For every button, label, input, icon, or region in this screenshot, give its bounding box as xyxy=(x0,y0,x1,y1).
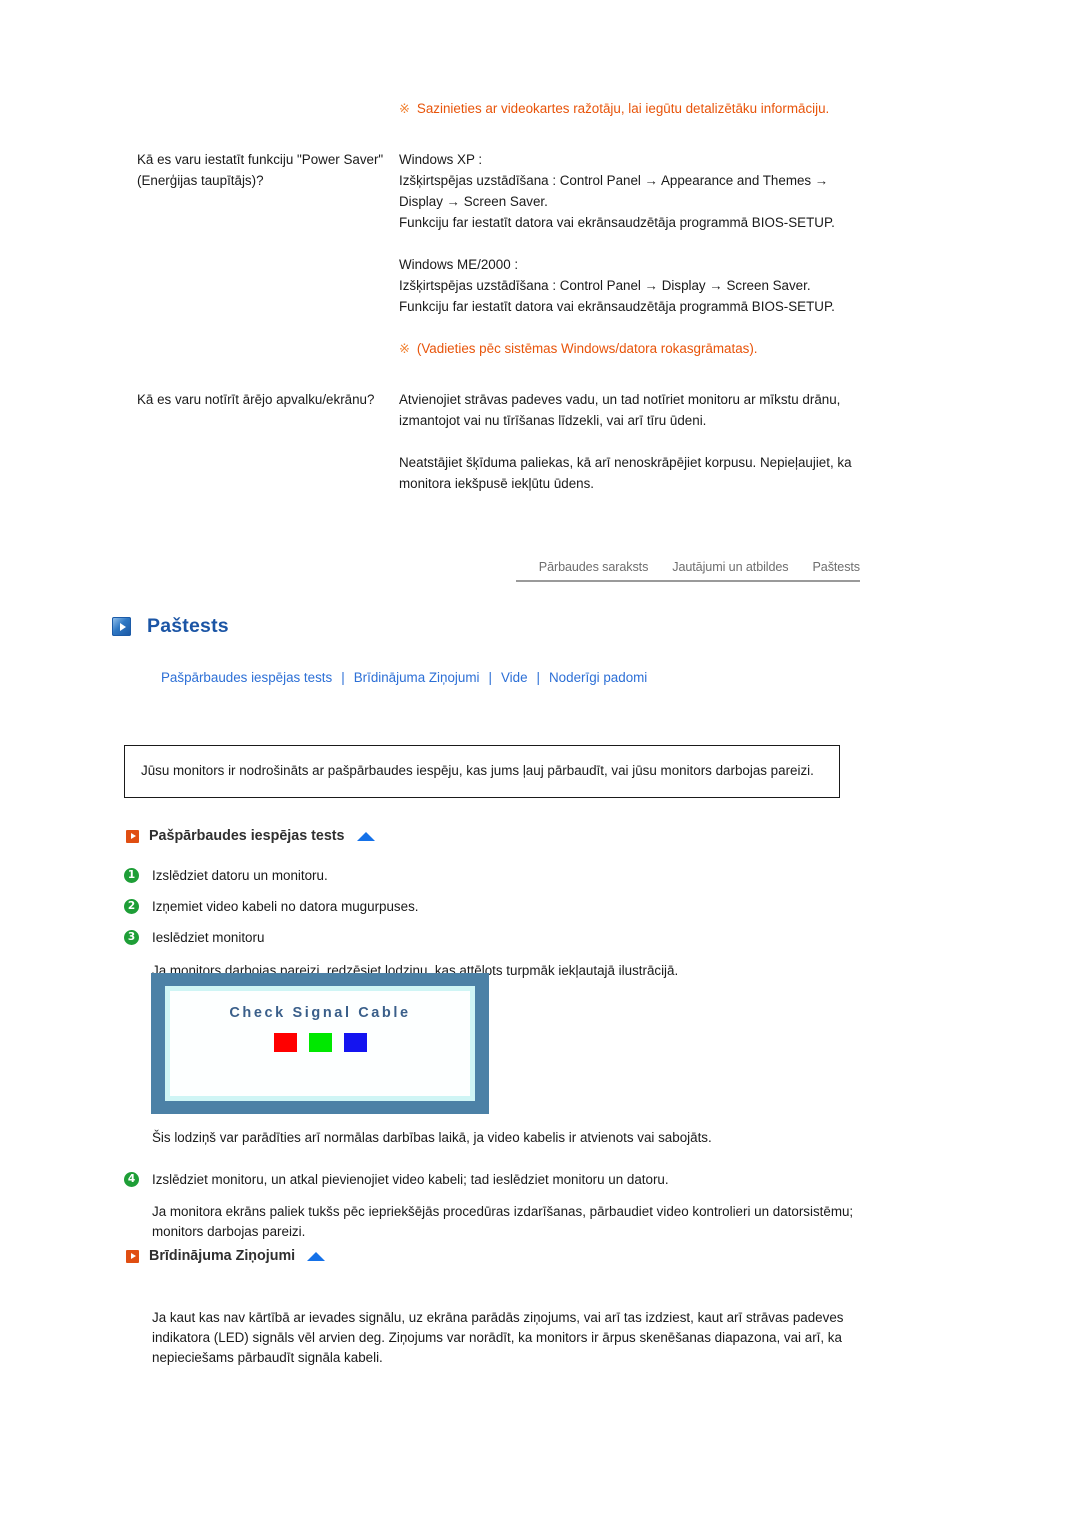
orange-play-square-icon xyxy=(126,829,139,843)
step-text: Izņemiet video kabeli no datora mugurpus… xyxy=(152,899,419,914)
subnav-link-noderigi-padomi[interactable]: Noderīgi padomi xyxy=(549,670,647,685)
faq-row: Kā es varu iestatīt funkciju "Power Save… xyxy=(137,149,877,359)
section-heading-selftest: Pašpārbaudes iespējas tests xyxy=(126,828,375,844)
subnav-separator: | xyxy=(536,670,541,685)
check-signal-cable-text: Check Signal Cable xyxy=(229,1005,411,1021)
section-heading-warning-messages: Brīdinājuma Ziņojumi xyxy=(126,1248,326,1264)
monitor-inner-bezel: Check Signal Cable xyxy=(165,986,475,1101)
asterisk-note-icon: ※ xyxy=(399,341,410,356)
after-image-note: Šis lodziņš var parādīties arī normālas … xyxy=(152,1130,712,1145)
steps-list: 1 Izslēdziet datoru un monitoru. 2 Izņem… xyxy=(124,866,864,981)
faq-top-note-spacer xyxy=(137,98,399,119)
answer-block: Funkciju far iestatīt datora vai ekrānsa… xyxy=(399,299,835,314)
tab-jautajumi-un-atbildes[interactable]: Jautājumi un atbildes xyxy=(672,560,788,574)
note-text: (Vadieties pēc sistēmas Windows/datora r… xyxy=(416,341,758,356)
warning-messages-body: Ja kaut kas nav kārtībā ar ievades signā… xyxy=(152,1310,844,1365)
faq-answer: Atvienojiet strāvas padeves vadu, un tad… xyxy=(399,389,869,494)
faq-answer: Windows XP : Izšķirtspējas uzstādīšana :… xyxy=(399,149,869,359)
sub-navigation: Pašpārbaudes iespējas tests | Brīdinājum… xyxy=(161,670,647,685)
tab-strip-divider xyxy=(516,580,860,582)
blue-swatch xyxy=(343,1033,367,1052)
monitor-selftest-illustration: Check Signal Cable xyxy=(151,973,489,1114)
orange-play-square-icon xyxy=(126,1249,139,1263)
monitor-screen: Check Signal Cable xyxy=(170,991,470,1096)
answer-block: Izšķirtspējas uzstādīšana : Control Pane… xyxy=(399,278,811,293)
subnav-link-bridinajuma-zinojumi[interactable]: Brīdinājuma Ziņojumi xyxy=(354,670,480,685)
section-title: Brīdinājuma Ziņojumi xyxy=(149,1248,296,1264)
answer-block: Izšķirtspējas uzstādīšana : Control Pane… xyxy=(399,173,829,209)
subnav-separator: | xyxy=(488,670,492,685)
subnav-link-pasparbaudes-iespejas-tests[interactable]: Pašpārbaudes iespējas tests xyxy=(161,670,332,685)
note-line: ※ (Vadieties pēc sistēmas Windows/datora… xyxy=(399,338,869,359)
step-number-badge: 4 xyxy=(124,1172,139,1187)
faq-section: ※ Sazinieties ar videokartes ražotāju, l… xyxy=(0,0,1080,494)
rgb-swatches xyxy=(273,1033,367,1052)
green-swatch xyxy=(308,1033,332,1052)
tab-list: Pārbaudes saraksts Jautājumi un atbildes… xyxy=(516,560,860,580)
up-triangle-icon[interactable] xyxy=(356,831,375,841)
list-item: 2 Izņemiet video kabeli no datora mugurp… xyxy=(124,897,864,917)
faq-top-note-cell: ※ Sazinieties ar videokartes ražotāju, l… xyxy=(399,98,869,119)
answer-block: Windows XP : xyxy=(399,152,483,167)
asterisk-note-icon: ※ xyxy=(399,101,410,116)
step-number-badge: 1 xyxy=(124,868,139,883)
tab-strip: Pārbaudes saraksts Jautājumi un atbildes… xyxy=(516,560,860,582)
list-item: 3 Ieslēdziet monitoru xyxy=(124,928,864,948)
answer-block: Funkciju far iestatīt datora vai ekrānsa… xyxy=(399,215,835,230)
page-title: Paštests xyxy=(112,615,229,638)
step4-note: Ja monitora ekrāns paliek tukšs pēc iepr… xyxy=(152,1204,854,1239)
document-page: ※ Sazinieties ar videokartes ražotāju, l… xyxy=(0,0,1080,1528)
faq-top-note-row: ※ Sazinieties ar videokartes ražotāju, l… xyxy=(137,98,877,119)
step-number-badge: 2 xyxy=(124,899,139,914)
up-triangle-icon[interactable] xyxy=(307,1251,326,1261)
note-line: ※ Sazinieties ar videokartes ražotāju, l… xyxy=(399,98,869,119)
subnav-separator: | xyxy=(341,670,345,685)
step-text: Ieslēdziet monitoru xyxy=(152,930,265,945)
answer-block: Windows ME/2000 : xyxy=(399,257,519,272)
faq-row: Kā es varu notīrīt ārējo apvalku/ekrānu?… xyxy=(137,389,877,494)
faq-question: Kā es varu iestatīt funkciju "Power Save… xyxy=(137,152,384,188)
list-item: 1 Izslēdziet datoru un monitoru. xyxy=(124,866,864,886)
note-text: Sazinieties ar videokartes ražotāju, lai… xyxy=(416,101,830,116)
step4-block: 4 Izslēdziet monitoru, un atkal pievieno… xyxy=(124,1170,864,1242)
step-text: Izslēdziet datoru un monitoru. xyxy=(152,868,328,883)
tab-pastests[interactable]: Paštests xyxy=(813,560,861,574)
step-number-badge: 3 xyxy=(124,930,139,945)
answer-block: Neatstājiet šķīduma paliekas, kā arī nen… xyxy=(399,455,852,491)
faq-question: Kā es varu notīrīt ārējo apvalku/ekrānu? xyxy=(137,392,375,407)
red-swatch xyxy=(273,1033,297,1052)
tab-parbaudes-saraksts[interactable]: Pārbaudes saraksts xyxy=(539,560,649,574)
subnav-link-vide[interactable]: Vide xyxy=(501,670,528,685)
page-title-text: Paštests xyxy=(147,615,229,637)
list-item: 4 Izslēdziet monitoru, un atkal pievieno… xyxy=(124,1170,864,1190)
section-title: Pašpārbaudes iespējas tests xyxy=(149,828,345,844)
intro-callout-box: Jūsu monitors ir nodrošināts ar pašpārba… xyxy=(124,745,840,798)
answer-block: Atvienojiet strāvas padeves vadu, un tad… xyxy=(399,392,841,428)
blue-play-square-icon xyxy=(112,617,131,636)
step-text: Izslēdziet monitoru, un atkal pievienoji… xyxy=(152,1172,669,1187)
